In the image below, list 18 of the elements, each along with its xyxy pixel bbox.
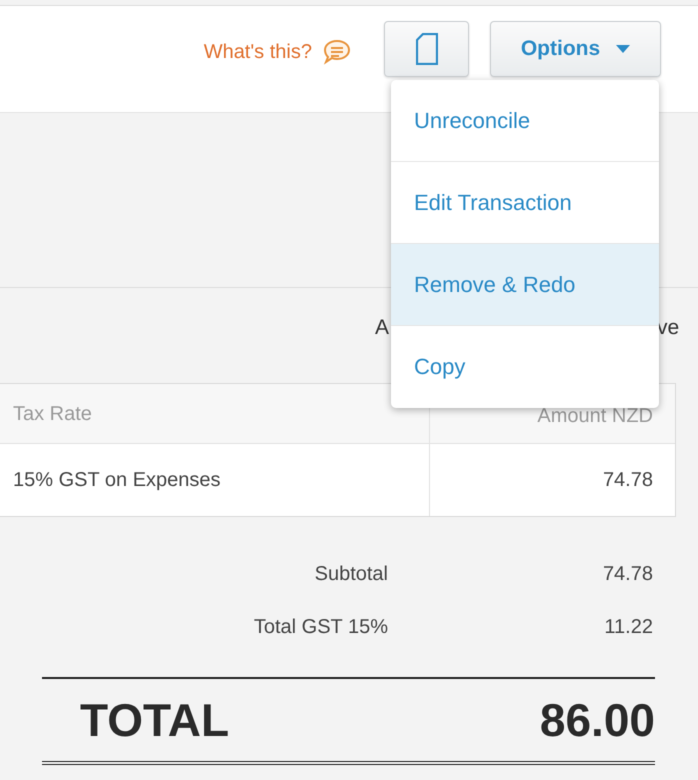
options-button[interactable]: Options (490, 21, 661, 77)
total-label: Subtotal (314, 562, 388, 587)
column-header: Tax Rate (13, 402, 92, 426)
total-value: 11.22 (603, 615, 653, 640)
total-label: Total GST 15% (254, 615, 388, 640)
document-icon (416, 33, 438, 65)
caret-icon (616, 45, 630, 53)
total-value: 74.78 (602, 562, 653, 587)
grand-total-value: 86.00 (540, 692, 655, 748)
menu-item[interactable]: Unreconcile (391, 80, 659, 162)
table-cell-text: 15% GST on Expenses (13, 468, 221, 493)
document-button[interactable] (384, 21, 469, 77)
table-cell-text: 74.78 (602, 468, 653, 493)
partial-text: A (375, 315, 390, 341)
menu-item[interactable]: Remove & Redo (391, 244, 659, 326)
speech-bubble-icon (322, 38, 352, 66)
grand-total-label: TOTAL (80, 692, 230, 748)
help-link[interactable]: What's this? (204, 37, 352, 67)
